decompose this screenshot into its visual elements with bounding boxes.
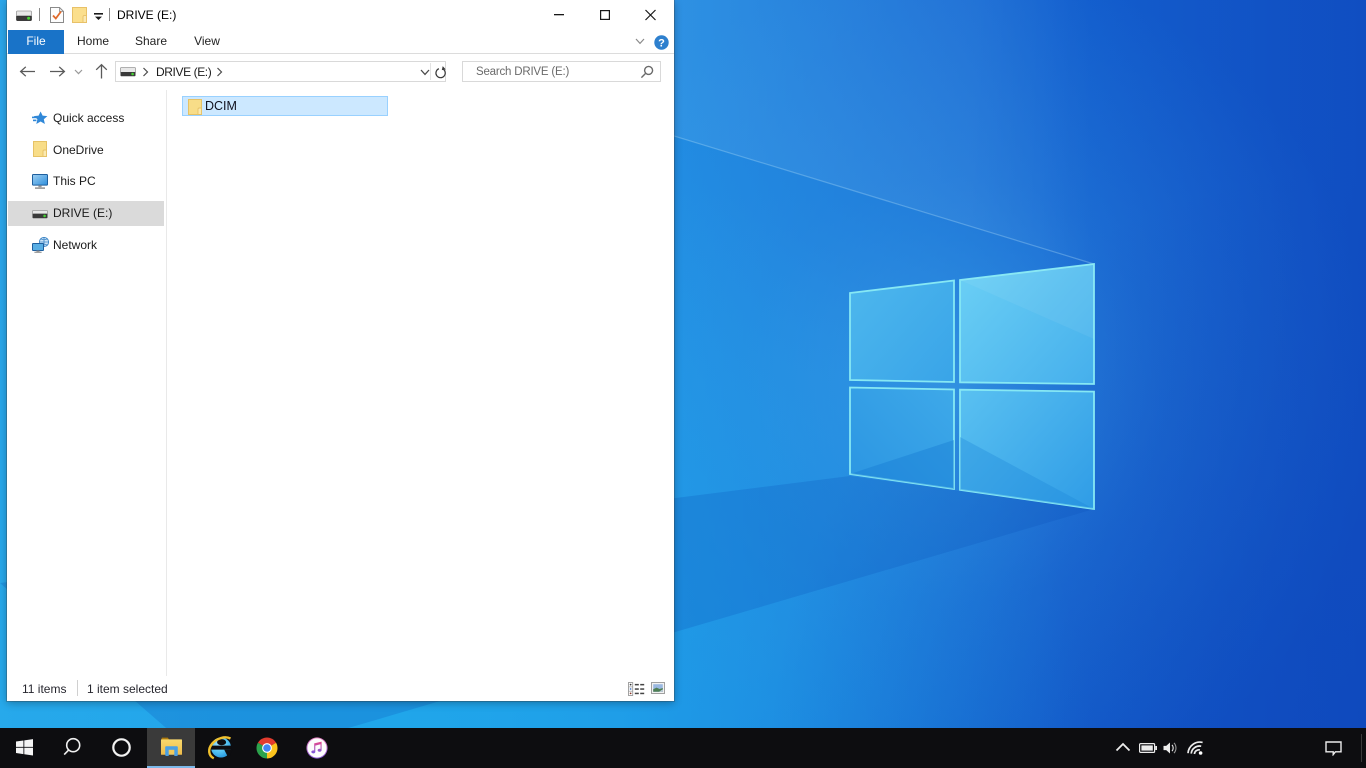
- svg-text:?: ?: [658, 37, 665, 49]
